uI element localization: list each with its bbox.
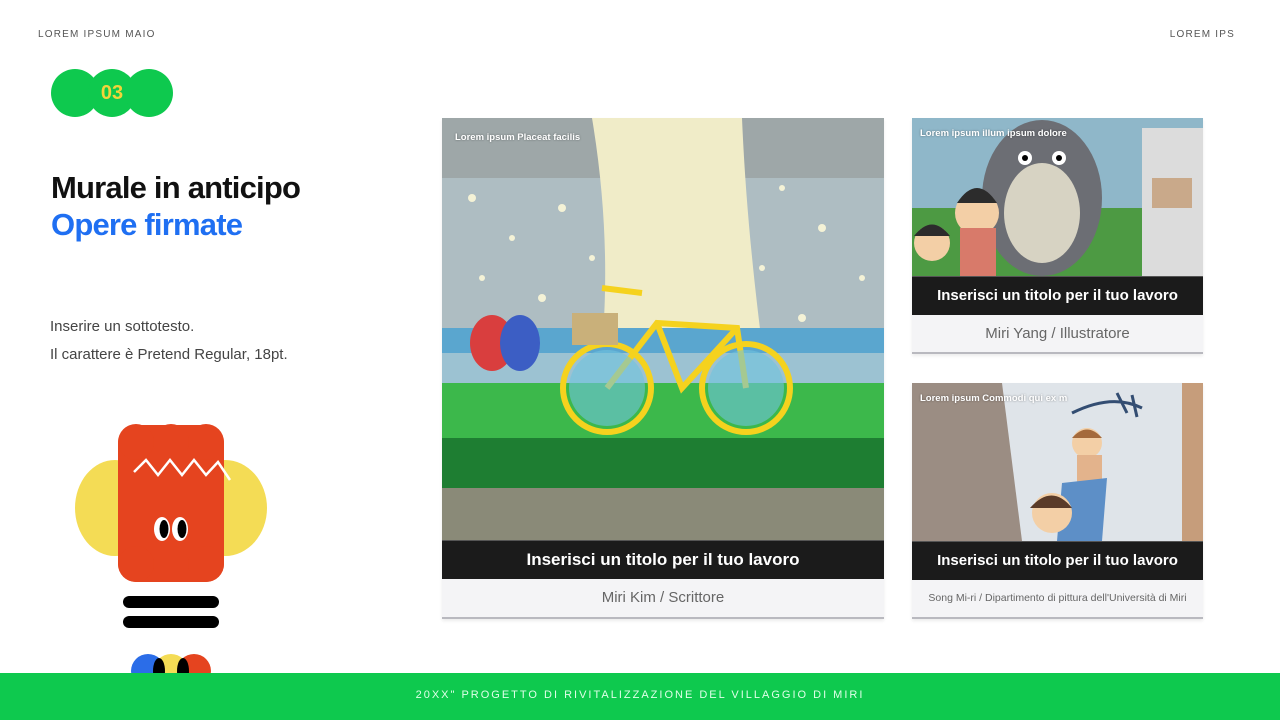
artwork-author-caption: Song Mi-ri / Dipartimento di pittura del… (912, 580, 1203, 619)
artwork-title-bar: Inserisci un titolo per il tuo lavoro (912, 541, 1203, 580)
footer-bar: 20XX" PROGETTO DI RIVITALIZZAZIONE DEL V… (0, 673, 1280, 720)
artwork-card[interactable]: Lorem ipsum illum ipsum dolore Inserisci… (912, 118, 1203, 354)
artwork-title-bar: Inserisci un titolo per il tuo lavoro (912, 276, 1203, 315)
artwork-author-caption: Miri Kim / Scrittore (442, 579, 884, 619)
artwork-image (912, 383, 1203, 541)
header-right-label: LOREM IPS (1169, 29, 1235, 40)
page-title: Murale in anticipo (51, 170, 301, 205)
page-subtitle: Opere firmate (51, 207, 243, 242)
section-number-badge: 03 (51, 69, 173, 117)
artwork-image (442, 118, 884, 540)
header-left-label: LOREM IPSUM MAIO (38, 29, 156, 40)
image-overlay-label: Lorem ipsum illum ipsum dolore (920, 128, 1067, 139)
footer-text: 20XX" PROGETTO DI RIVITALIZZAZIONE DEL V… (415, 689, 865, 701)
subtext-line-2: Il carattere è Pretend Regular, 18pt. (50, 346, 288, 363)
section-number: 03 (100, 82, 124, 104)
image-overlay-label: Lorem ipsum Commodi qui ex m (920, 393, 1068, 404)
subtext-line-1: Inserire un sottotesto. (50, 318, 195, 335)
artwork-card[interactable]: Lorem ipsum Placeat facilis Inserisci un… (442, 118, 884, 619)
artwork-title-bar: Inserisci un titolo per il tuo lavoro (442, 540, 884, 579)
artwork-image (912, 118, 1203, 276)
mascot-illustration (70, 420, 275, 695)
artwork-author-caption: Miri Yang / Illustratore (912, 315, 1203, 354)
image-overlay-label: Lorem ipsum Placeat facilis (455, 132, 581, 143)
artwork-card[interactable]: Lorem ipsum Commodi qui ex m Inserisci u… (912, 383, 1203, 619)
